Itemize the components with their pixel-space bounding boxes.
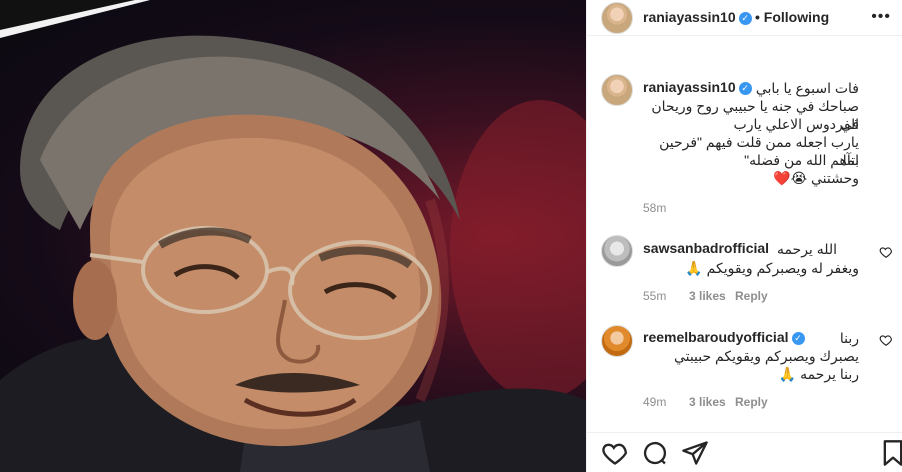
post-photo-illustration [0,0,586,472]
comment-avatar[interactable] [601,235,633,267]
post-side-panel: raniayassin10 ✓ • Following ••• raniayass… [586,0,902,472]
separator: • [755,9,760,25]
comment-icon[interactable] [641,439,669,467]
caption-username-text[interactable]: raniayassin10 [643,79,736,95]
more-options-icon[interactable]: ••• [871,8,891,26]
comment-line-2: يصبرك ويصبركم ويقويكم حبيبتي [673,348,859,364]
post-header: raniayassin10 ✓ • Following ••• [587,0,902,36]
caption-avatar[interactable] [601,74,633,106]
comment-time[interactable]: 55m [643,289,666,303]
verified-badge-icon: ✓ [791,332,805,345]
comment-line-1: ربنا [839,330,859,346]
comment-like-heart-icon[interactable] [879,245,893,259]
verified-badge-icon: ✓ [738,12,752,25]
username-text[interactable]: raniayassin10 [643,9,736,25]
caption-username[interactable]: raniayassin10 ✓ [643,79,752,95]
comment-time[interactable]: 49m [643,395,666,409]
comment-line-2: ويغفر له ويصبركم ويقويكم 🙏 [685,260,859,276]
share-icon[interactable] [681,439,709,467]
header-username[interactable]: raniayassin10 ✓ [643,9,752,25]
comment-username-text[interactable]: reemelbaroudyofficial [643,329,789,345]
caption-line-5: اتآهم الله من فضله" [744,152,859,168]
comment-likes[interactable]: 3 likes [689,289,726,303]
avatar[interactable] [601,2,633,34]
comment-avatar[interactable] [601,325,633,357]
comment-like-heart-icon[interactable] [879,333,893,347]
comment-username[interactable]: reemelbaroudyofficial ✓ [643,329,805,345]
bookmark-icon[interactable] [879,439,902,467]
caption-line-3: الفردوس الاعلي يارب [733,116,859,132]
caption-time[interactable]: 58m [643,201,666,215]
comment-line-1: الله يرحمه [776,241,837,257]
follow-status[interactable]: • Following [755,9,829,25]
comment-likes[interactable]: 3 likes [689,395,726,409]
post-photo[interactable] [0,0,586,472]
caption-line-6: وحشتني 😭❤️ [773,170,859,186]
comment-line-3: ربنا يرحمه 🙏 [778,366,859,382]
reply-button[interactable]: Reply [735,289,768,303]
instagram-post-view: raniayassin10 ✓ • Following ••• raniayass… [0,0,902,472]
heart-icon[interactable] [601,439,629,467]
action-bar [587,432,902,472]
reply-button[interactable]: Reply [735,395,768,409]
follow-button[interactable]: Following [764,9,829,25]
caption-line-1: فات اسبوع يا بابي [755,80,859,96]
